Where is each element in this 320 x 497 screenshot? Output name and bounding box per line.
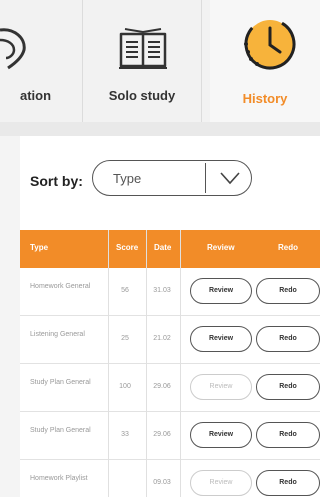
section-divider [0,122,320,136]
history-panel: Sort by: Type Type Score Date Review Red… [20,136,320,497]
tab-history[interactable]: History [210,0,320,122]
open-book-icon [119,28,167,69]
tab-history-label: History [242,91,288,106]
table-row: Study Plan General 100 29.06 Review Redo [20,364,320,412]
chevron-down-icon[interactable] [219,170,241,186]
location-pin-icon [0,28,26,70]
review-button: Review [190,374,252,400]
row-date: 29.06 [153,383,171,390]
row-score: 33 [121,431,129,438]
row-score: 100 [119,383,131,390]
tab-solo-study[interactable]: Solo study [82,0,202,122]
row-date: 29.06 [153,431,171,438]
sort-label: Sort by: [30,173,83,189]
tab-information[interactable]: ation [0,0,80,122]
header-review: Review [207,243,235,252]
review-button[interactable]: Review [190,422,252,448]
review-button[interactable]: Review [190,278,252,304]
sort-selected-value: Type [113,171,142,186]
table-row: Study Plan General 33 29.06 Review Redo [20,412,320,460]
header-redo: Redo [278,243,298,252]
row-type: Study Plan General [30,427,91,434]
table-row: Homework Playlist 09.03 Review Redo [20,460,320,497]
row-type: Homework Playlist [30,475,88,482]
header-date: Date [154,243,172,252]
column-divider [180,230,181,497]
history-screen: ation Solo study History Sort by: Type T… [0,0,320,497]
row-type: Study Plan General [30,379,91,386]
header-type: Type [30,243,49,252]
header-score: Score [116,243,139,252]
redo-button[interactable]: Redo [256,374,320,400]
redo-button[interactable]: Redo [256,326,320,352]
row-score: 56 [121,287,129,294]
table-row: Listening General 25 21.02 Review Redo [20,316,320,364]
row-date: 31.03 [153,287,171,294]
redo-button[interactable]: Redo [256,278,320,304]
sort-dropdown[interactable]: Type [92,160,252,196]
tab-solo-study-label: Solo study [108,88,176,103]
redo-button[interactable]: Redo [256,422,320,448]
history-clock-icon [244,18,296,70]
review-button[interactable]: Review [190,326,252,352]
table-header: Type Score Date Review Redo [20,230,320,268]
row-type: Homework General [30,283,91,290]
table-row: Homework General 56 31.03 Review Redo [20,268,320,316]
column-divider [108,230,109,497]
row-type: Listening General [30,331,85,338]
dropdown-separator [205,163,206,193]
row-score: 25 [121,335,129,342]
row-date: 09.03 [153,479,171,486]
tab-bar: ation Solo study History [0,0,320,122]
row-date: 21.02 [153,335,171,342]
review-button: Review [190,470,252,496]
redo-button[interactable]: Redo [256,470,320,496]
column-divider [146,230,147,497]
